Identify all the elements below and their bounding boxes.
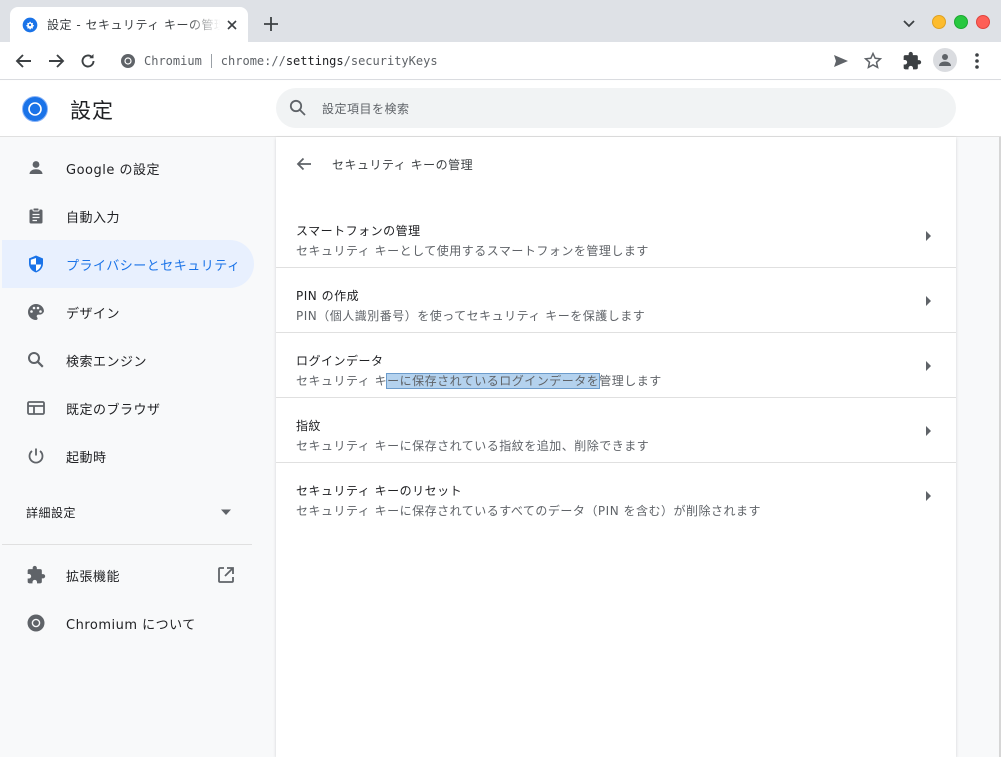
sidebar-item-label: Google の設定	[66, 162, 160, 178]
row-description: セキュリティ キーに保存されている指紋を追加、削除できます	[296, 439, 650, 453]
row-sign-in-data[interactable]: ログインデータ セキュリティ キーに保存されているログインデータを管理します	[276, 333, 956, 398]
site-name: Chromium	[144, 54, 202, 68]
chevron-right-icon	[926, 491, 931, 501]
row-description: セキュリティ キーとして使用するスマートフォンを管理します	[296, 244, 649, 258]
sidebar-item-label: 拡張機能	[66, 569, 121, 585]
shield-icon	[29, 255, 43, 273]
back-icon[interactable]	[14, 51, 34, 71]
row-reset-security-key[interactable]: セキュリティ キーのリセット セキュリティ キーに保存されているすべてのデータ（…	[276, 463, 956, 528]
row-description-post: 管理します	[599, 374, 662, 388]
search-icon	[28, 352, 44, 368]
row-manage-phones[interactable]: スマートフォンの管理 セキュリティ キーとして使用するスマートフォンを管理します	[276, 203, 956, 268]
close-icon[interactable]	[224, 17, 240, 33]
more-vert-icon[interactable]	[967, 51, 987, 71]
reload-icon[interactable]	[78, 51, 98, 71]
row-title: PIN の作成	[296, 289, 360, 303]
settings-sidebar: Google の設定 自動入力 プライバシーとセキュリティ デザイン 検索エンジ…	[2, 144, 254, 647]
sidebar-item-label: 既定のブラウザ	[66, 402, 161, 418]
browser-window-icon	[27, 401, 45, 415]
gear-icon	[22, 17, 38, 32]
page-title: 設定	[70, 99, 114, 123]
url-prefix: chrome://	[220, 54, 286, 68]
chromium-logo-icon	[121, 54, 135, 68]
sidebar-item-about[interactable]: Chromium について	[2, 599, 254, 647]
person-icon	[29, 161, 43, 174]
sidebar-item-label: 起動時	[66, 450, 107, 466]
sidebar-item-on-startup[interactable]: 起動時	[2, 432, 254, 480]
row-title: 指紋	[296, 419, 322, 433]
extensions-puzzle-icon[interactable]	[902, 51, 922, 71]
row-description-pre: セキュリティ キ	[296, 374, 388, 388]
row-title: ログインデータ	[296, 354, 384, 368]
omnibox-divider	[210, 54, 212, 68]
chevron-right-icon	[926, 296, 931, 306]
sidebar-item-privacy-security[interactable]: プライバシーとセキュリティ	[2, 240, 254, 288]
chromium-logo-icon	[27, 614, 45, 632]
sidebar-advanced-toggle[interactable]: 詳細設定	[2, 488, 254, 536]
person-icon	[939, 54, 951, 66]
sidebar-divider	[2, 544, 252, 545]
browser-tab[interactable]: 設定 - セキュリティ キーの管理	[10, 7, 248, 42]
subpage-title: セキュリティ キーの管理	[332, 158, 474, 172]
extensions-puzzle-icon	[27, 565, 46, 584]
settings-header: 設定 設定項目を検索	[0, 81, 1001, 137]
sidebar-item-label: 検索エンジン	[66, 354, 148, 370]
profile-avatar[interactable]	[933, 48, 957, 72]
row-create-pin[interactable]: PIN の作成 PIN（個人識別番号）を使ってセキュリティ キーを保護します	[276, 268, 956, 333]
subpage-header: セキュリティ キーの管理	[276, 137, 956, 193]
open-external-icon	[218, 567, 234, 583]
clipboard-icon	[29, 207, 43, 224]
url-text: chrome://settings/securityKeys	[221, 54, 438, 68]
forward-icon[interactable]	[46, 51, 66, 71]
security-keys-card: セキュリティ キーの管理 スマートフォンの管理 セキュリティ キーとして使用する…	[276, 137, 956, 757]
url-path: /securityKeys	[343, 54, 438, 68]
settings-search-input[interactable]: 設定項目を検索	[276, 88, 956, 128]
palette-icon	[28, 304, 44, 320]
sidebar-item-label: 自動入力	[66, 210, 121, 226]
url-host: settings	[285, 54, 344, 68]
chevron-right-icon	[926, 361, 931, 371]
chevron-right-icon	[926, 426, 931, 436]
minimize-button[interactable]	[932, 15, 946, 29]
caret-down-icon	[221, 509, 231, 515]
power-icon	[28, 448, 44, 464]
sidebar-item-google[interactable]: Google の設定	[2, 144, 254, 192]
search-placeholder: 設定項目を検索	[322, 101, 410, 116]
close-window-button[interactable]	[976, 15, 990, 29]
title-bar: 設定 - セキュリティ キーの管理	[0, 0, 1001, 42]
chromium-logo-icon	[22, 96, 48, 122]
row-fingerprints[interactable]: 指紋 セキュリティ キーに保存されている指紋を追加、削除できます	[276, 398, 956, 463]
tab-title: 設定 - セキュリティ キーの管理	[47, 18, 220, 32]
search-icon	[289, 99, 306, 116]
sidebar-item-autofill[interactable]: 自動入力	[2, 192, 254, 240]
star-icon[interactable]	[863, 51, 883, 71]
row-description: セキュリティ キーに保存されているすべてのデータ（PIN を含む）が削除されます	[296, 504, 761, 518]
row-title: スマートフォンの管理	[296, 224, 421, 238]
new-tab-plus-icon[interactable]	[262, 15, 280, 33]
sidebar-item-appearance[interactable]: デザイン	[2, 288, 254, 336]
maximize-button[interactable]	[954, 15, 968, 29]
row-description: PIN（個人識別番号）を使ってセキュリティ キーを保護します	[296, 309, 646, 323]
chevron-down-icon[interactable]	[902, 18, 916, 30]
sidebar-item-extensions[interactable]: 拡張機能	[2, 551, 254, 599]
security-key-options: スマートフォンの管理 セキュリティ キーとして使用するスマートフォンを管理します…	[276, 203, 956, 528]
text-selection: ーに保存されているログインデータを	[386, 373, 601, 389]
browser-toolbar: Chromium chrome://settings/securityKeys	[0, 42, 1001, 80]
row-title: セキュリティ キーのリセット	[296, 484, 463, 498]
sidebar-item-default-browser[interactable]: 既定のブラウザ	[2, 384, 254, 432]
sidebar-item-label: Chromium について	[66, 617, 196, 633]
sidebar-item-label: デザイン	[66, 306, 121, 322]
address-bar[interactable]: Chromium chrome://settings/securityKeys	[114, 47, 614, 75]
sidebar-advanced-label: 詳細設定	[26, 505, 77, 520]
back-arrow-icon[interactable]	[294, 154, 314, 174]
row-description: セキュリティ キーに保存されているログインデータを管理します	[296, 372, 662, 389]
sidebar-item-search-engine[interactable]: 検索エンジン	[2, 336, 254, 384]
sidebar-item-label: プライバシーとセキュリティ	[66, 258, 241, 274]
chevron-right-icon	[926, 231, 931, 241]
send-icon[interactable]	[831, 51, 851, 71]
